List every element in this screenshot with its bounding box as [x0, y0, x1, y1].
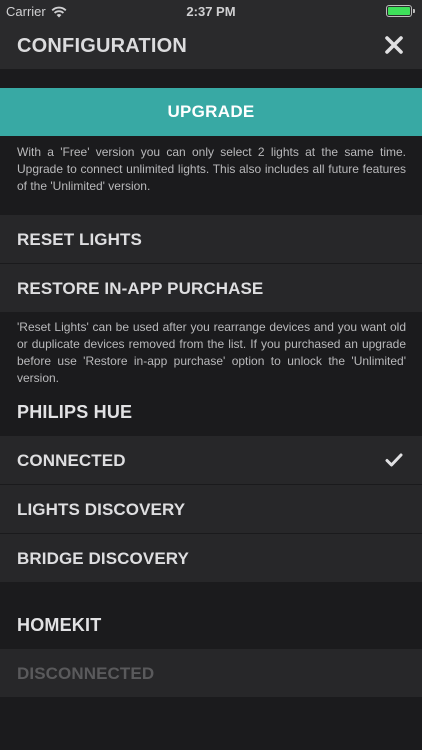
upgrade-button[interactable]: UPGRADE: [0, 88, 422, 136]
restore-purchase-label: RESTORE IN-APP PURCHASE: [17, 279, 264, 298]
status-time: 2:37 PM: [186, 4, 236, 19]
homekit-status-row: DISCONNECTED: [0, 649, 422, 697]
battery-fill: [388, 7, 410, 15]
status-bar: Carrier 2:37 PM: [0, 0, 422, 22]
checkmark-icon: [385, 453, 403, 467]
close-icon[interactable]: [385, 36, 403, 54]
reset-description: 'Reset Lights' can be used after you rea…: [17, 320, 406, 385]
connected-label: CONNECTED: [17, 451, 126, 470]
upgrade-button-label: UPGRADE: [167, 102, 255, 121]
homekit-status-label: DISCONNECTED: [17, 664, 155, 683]
philips-hue-connected-row[interactable]: CONNECTED: [0, 436, 422, 484]
restore-purchase-button[interactable]: RESTORE IN-APP PURCHASE: [0, 264, 422, 312]
battery-icon: [386, 5, 415, 17]
homekit-section-title: HOMEKIT: [17, 615, 102, 635]
reset-lights-button[interactable]: RESET LIGHTS: [0, 215, 422, 263]
reset-lights-label: RESET LIGHTS: [17, 230, 142, 249]
lights-discovery-label: LIGHTS DISCOVERY: [17, 500, 186, 519]
lights-discovery-button[interactable]: LIGHTS DISCOVERY: [0, 485, 422, 533]
bridge-discovery-button[interactable]: BRIDGE DISCOVERY: [0, 534, 422, 582]
philips-hue-section-title: PHILIPS HUE: [17, 402, 133, 422]
navigation-header: CONFIGURATION: [0, 22, 422, 69]
page-title: CONFIGURATION: [17, 35, 187, 57]
upgrade-description: With a 'Free' version you can only selec…: [17, 145, 406, 193]
bridge-discovery-label: BRIDGE DISCOVERY: [17, 549, 189, 568]
